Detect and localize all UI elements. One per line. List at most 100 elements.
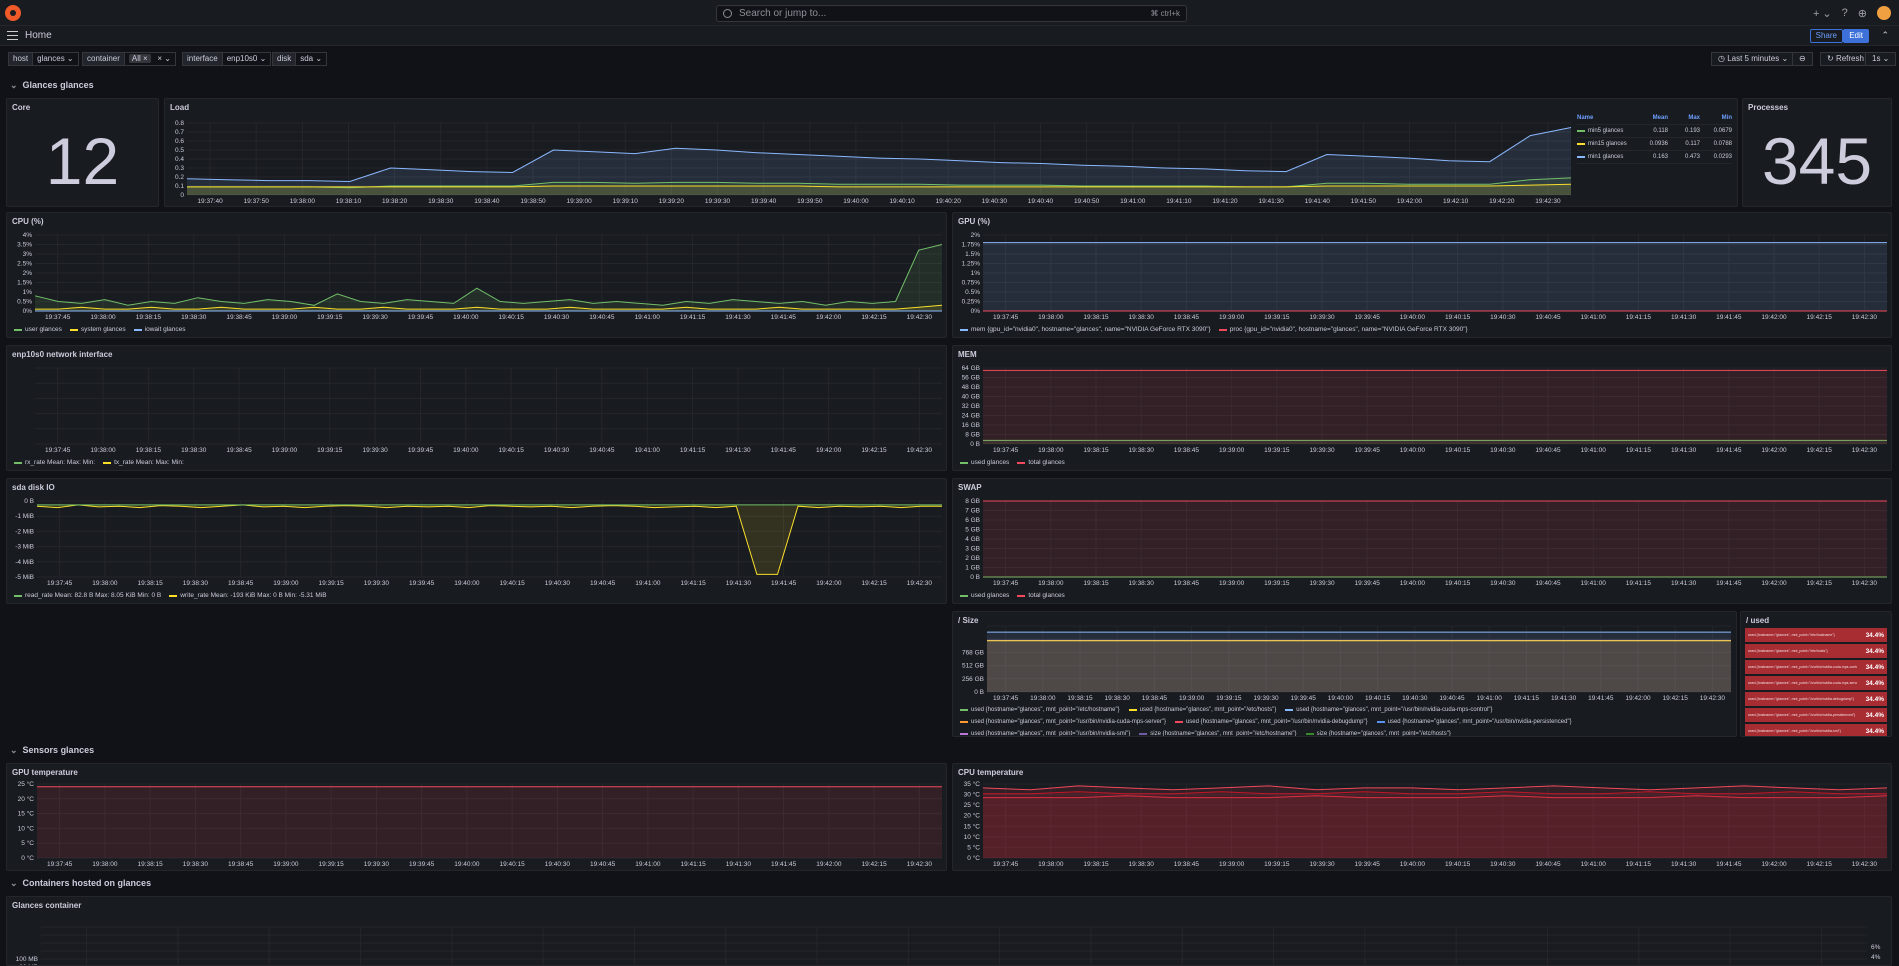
legend-item[interactable]: read_rate Mean: 82.8 B Max: 8.05 KiB Min… — [14, 592, 161, 599]
x-tick-label: 19:40:50 — [1074, 198, 1100, 205]
panel-size[interactable]: / Size 0 B256 GB512 GB768 GB19:37:4519:3… — [952, 611, 1737, 737]
news-icon[interactable]: ⊕ — [1858, 7, 1867, 20]
help-icon[interactable]: ? — [1842, 7, 1848, 19]
panel-disk-io[interactable]: sda disk IO -5 MiB-4 MiB-3 MiB-2 MiB-1 M… — [6, 478, 947, 604]
chevron-up-icon[interactable]: ⌃ — [1881, 30, 1889, 41]
add-new-button[interactable]: + ⌄ — [1813, 7, 1832, 20]
legend-col-min[interactable]: Min — [1700, 115, 1732, 121]
legend-item[interactable]: total glances — [1017, 459, 1065, 466]
panel-mem[interactable]: MEM 0 B8 GB16 GB24 GB32 GB40 GB48 GB56 G… — [952, 345, 1892, 471]
breadcrumb-home[interactable]: Home — [25, 30, 52, 41]
x-tick-label: 19:39:15 — [1264, 447, 1290, 454]
panel-load[interactable]: Load 00.10.20.30.40.50.60.70.819:37:4019… — [164, 98, 1738, 207]
legend-item[interactable]: used {hostname="glances", mnt_point="/us… — [960, 728, 1130, 737]
x-tick-label: 19:41:00 — [1581, 314, 1607, 321]
row-containers[interactable]: Containers hosted on glances — [10, 878, 151, 889]
legend-item[interactable]: size {hostname="glances", mnt_point="/et… — [1306, 728, 1451, 737]
legend-item[interactable]: used glances — [960, 592, 1009, 599]
used-bar[interactable]: used {hostname="glances", mnt_point="/us… — [1745, 660, 1887, 674]
used-bar[interactable]: used {hostname="glances", mnt_point="/et… — [1745, 644, 1887, 658]
time-range-picker[interactable]: ◷ Last 5 minutes ⌄ — [1711, 52, 1795, 66]
x-tick-label: 19:42:30 — [1700, 695, 1726, 702]
row-glances[interactable]: Glances glances — [10, 80, 94, 91]
x-tick-label: 19:41:45 — [771, 447, 797, 454]
panel-processes[interactable]: Processes 345 — [1742, 98, 1892, 207]
x-tick-label: 19:40:00 — [454, 861, 480, 868]
used-bar[interactable]: used {hostname="glances", mnt_point="/us… — [1745, 724, 1887, 737]
panel-network[interactable]: enp10s0 network interface 19:37:4519:38:… — [6, 345, 947, 471]
panel-cpu-temperature[interactable]: CPU temperature 0 °C5 °C10 °C15 °C20 °C2… — [952, 763, 1892, 871]
refresh-interval-select[interactable]: 1s ⌄ — [1865, 52, 1896, 66]
load-chart: 00.10.20.30.40.50.60.70.819:37:4019:37:5… — [165, 99, 1575, 207]
y-tick-label: 0 °C — [967, 854, 980, 862]
variable-select[interactable]: enp10s0 ⌄ — [223, 52, 272, 66]
share-button[interactable]: Share — [1810, 29, 1843, 43]
legend-item[interactable]: used glances — [960, 459, 1009, 466]
time-range-value: Last 5 minutes — [1727, 54, 1779, 63]
legend-item[interactable]: used {hostname="glances", mnt_point="/us… — [1377, 716, 1572, 728]
x-tick-label: 19:40:15 — [1445, 447, 1471, 454]
legend-item[interactable]: used {hostname="glances", mnt_point="/us… — [960, 716, 1166, 728]
panel-gpu-temperature[interactable]: GPU temperature 0 °C5 °C10 °C15 °C20 °C2… — [6, 763, 947, 871]
legend-swatch — [1577, 156, 1585, 158]
legend-item[interactable]: tx_rate Mean: Max: Min: — [103, 459, 184, 466]
x-tick-label: 19:41:15 — [1514, 695, 1540, 702]
x-tick-label: 19:39:30 — [1309, 447, 1335, 454]
row-sensors[interactable]: Sensors glances — [10, 745, 94, 756]
used-bar[interactable]: used {hostname="glances", mnt_point="/us… — [1745, 708, 1887, 722]
profile-avatar[interactable] — [1877, 6, 1891, 20]
used-bar[interactable]: used {hostname="glances", mnt_point="/us… — [1745, 692, 1887, 706]
panel-glances-container[interactable]: Glances container 80 MB100 MB4%6% — [6, 896, 1892, 966]
legend-item[interactable]: mem {gpu_id="nvidia0", hostname="glances… — [960, 326, 1211, 333]
legend-row[interactable]: min15 glances 0.0936 0.117 0.0788 — [1577, 138, 1732, 151]
variable-select[interactable]: glances ⌄ — [33, 52, 79, 66]
legend-col-name[interactable]: Name — [1577, 115, 1636, 121]
legend-item[interactable]: total glances — [1017, 592, 1065, 599]
panel-core[interactable]: Core 12 — [6, 98, 159, 207]
search-input[interactable]: Search or jump to... ⌘ ctrl+k — [716, 5, 1187, 22]
menu-icon[interactable] — [7, 31, 18, 40]
legend-item[interactable]: used {hostname="glances", mnt_point="/et… — [960, 704, 1120, 716]
zoom-out-button[interactable]: ⊖ — [1792, 52, 1813, 66]
legend-item[interactable]: used {hostname="glances", mnt_point="/us… — [1285, 704, 1492, 716]
used-bar[interactable]: used {hostname="glances", mnt_point="/et… — [1745, 628, 1887, 642]
legend-col-mean[interactable]: Mean — [1636, 115, 1668, 121]
x-tick-label: 19:40:45 — [590, 580, 616, 587]
x-tick-label: 19:41:15 — [680, 447, 706, 454]
x-tick-label: 19:41:15 — [1626, 580, 1652, 587]
legend-row[interactable]: min1 glances 0.163 0.473 0.0293 — [1577, 151, 1732, 164]
grafana-logo-icon[interactable] — [5, 5, 21, 21]
variable-disk[interactable]: disk sda ⌄ — [272, 52, 327, 66]
legend-item[interactable]: used {hostname="glances", mnt_point="/us… — [1175, 716, 1368, 728]
legend-item[interactable]: system glances — [70, 326, 126, 333]
refresh-button[interactable]: ↻ Refresh — [1820, 52, 1871, 66]
variable-select[interactable]: sda ⌄ — [296, 52, 327, 66]
edit-button[interactable]: Edit — [1843, 29, 1869, 43]
panel-gpu[interactable]: GPU (%) 0%0.25%0.5%0.75%1%1.25%1.5%1.75%… — [952, 212, 1892, 338]
x-tick-label: 19:39:50 — [797, 198, 823, 205]
variable-chip[interactable]: All × — [129, 54, 151, 63]
variable-host[interactable]: host glances ⌄ — [8, 52, 79, 66]
refresh-interval-value: 1s — [1872, 54, 1880, 63]
legend-item[interactable]: used {hostname="glances", mnt_point="/et… — [1129, 704, 1277, 716]
legend-row[interactable]: min5 glances 0.118 0.193 0.0679 — [1577, 125, 1732, 138]
legend-max: 0.193 — [1668, 128, 1700, 134]
legend-col-max[interactable]: Max — [1668, 115, 1700, 121]
legend-item[interactable]: write_rate Mean: -193 KiB Max: 0 B Min: … — [169, 592, 326, 599]
legend-item[interactable]: rx_rate Mean: Max: Min: — [14, 459, 95, 466]
legend-item[interactable]: proc {gpu_id="nvidia0", hostname="glance… — [1219, 326, 1468, 333]
legend-item[interactable]: iowait glances — [134, 326, 186, 333]
legend-swatch — [1377, 721, 1385, 723]
legend-item[interactable]: size {hostname="glances", mnt_point="/et… — [1139, 728, 1296, 737]
panel-used[interactable]: / used used {hostname="glances", mnt_poi… — [1740, 611, 1892, 737]
panel-swap[interactable]: SWAP 0 B1 GB2 GB3 GB4 GB5 GB6 GB7 GB8 GB… — [952, 478, 1892, 604]
legend-item[interactable]: user glances — [14, 326, 62, 333]
y-tick-label: 5 GB — [965, 527, 980, 534]
variable-container[interactable]: container All × × ⌄ — [82, 52, 176, 66]
variable-interface[interactable]: interface enp10s0 ⌄ — [182, 52, 271, 66]
x-tick-label: 19:41:00 — [1581, 447, 1607, 454]
panel-cpu[interactable]: CPU (%) 0%0.5%1%1.5%2%2.5%3%3.5%4%19:37:… — [6, 212, 947, 338]
x-tick-label: 19:42:15 — [1807, 580, 1833, 587]
used-bar[interactable]: used {hostname="glances", mnt_point="/us… — [1745, 676, 1887, 690]
variable-select[interactable]: All × × ⌄ — [125, 52, 176, 66]
